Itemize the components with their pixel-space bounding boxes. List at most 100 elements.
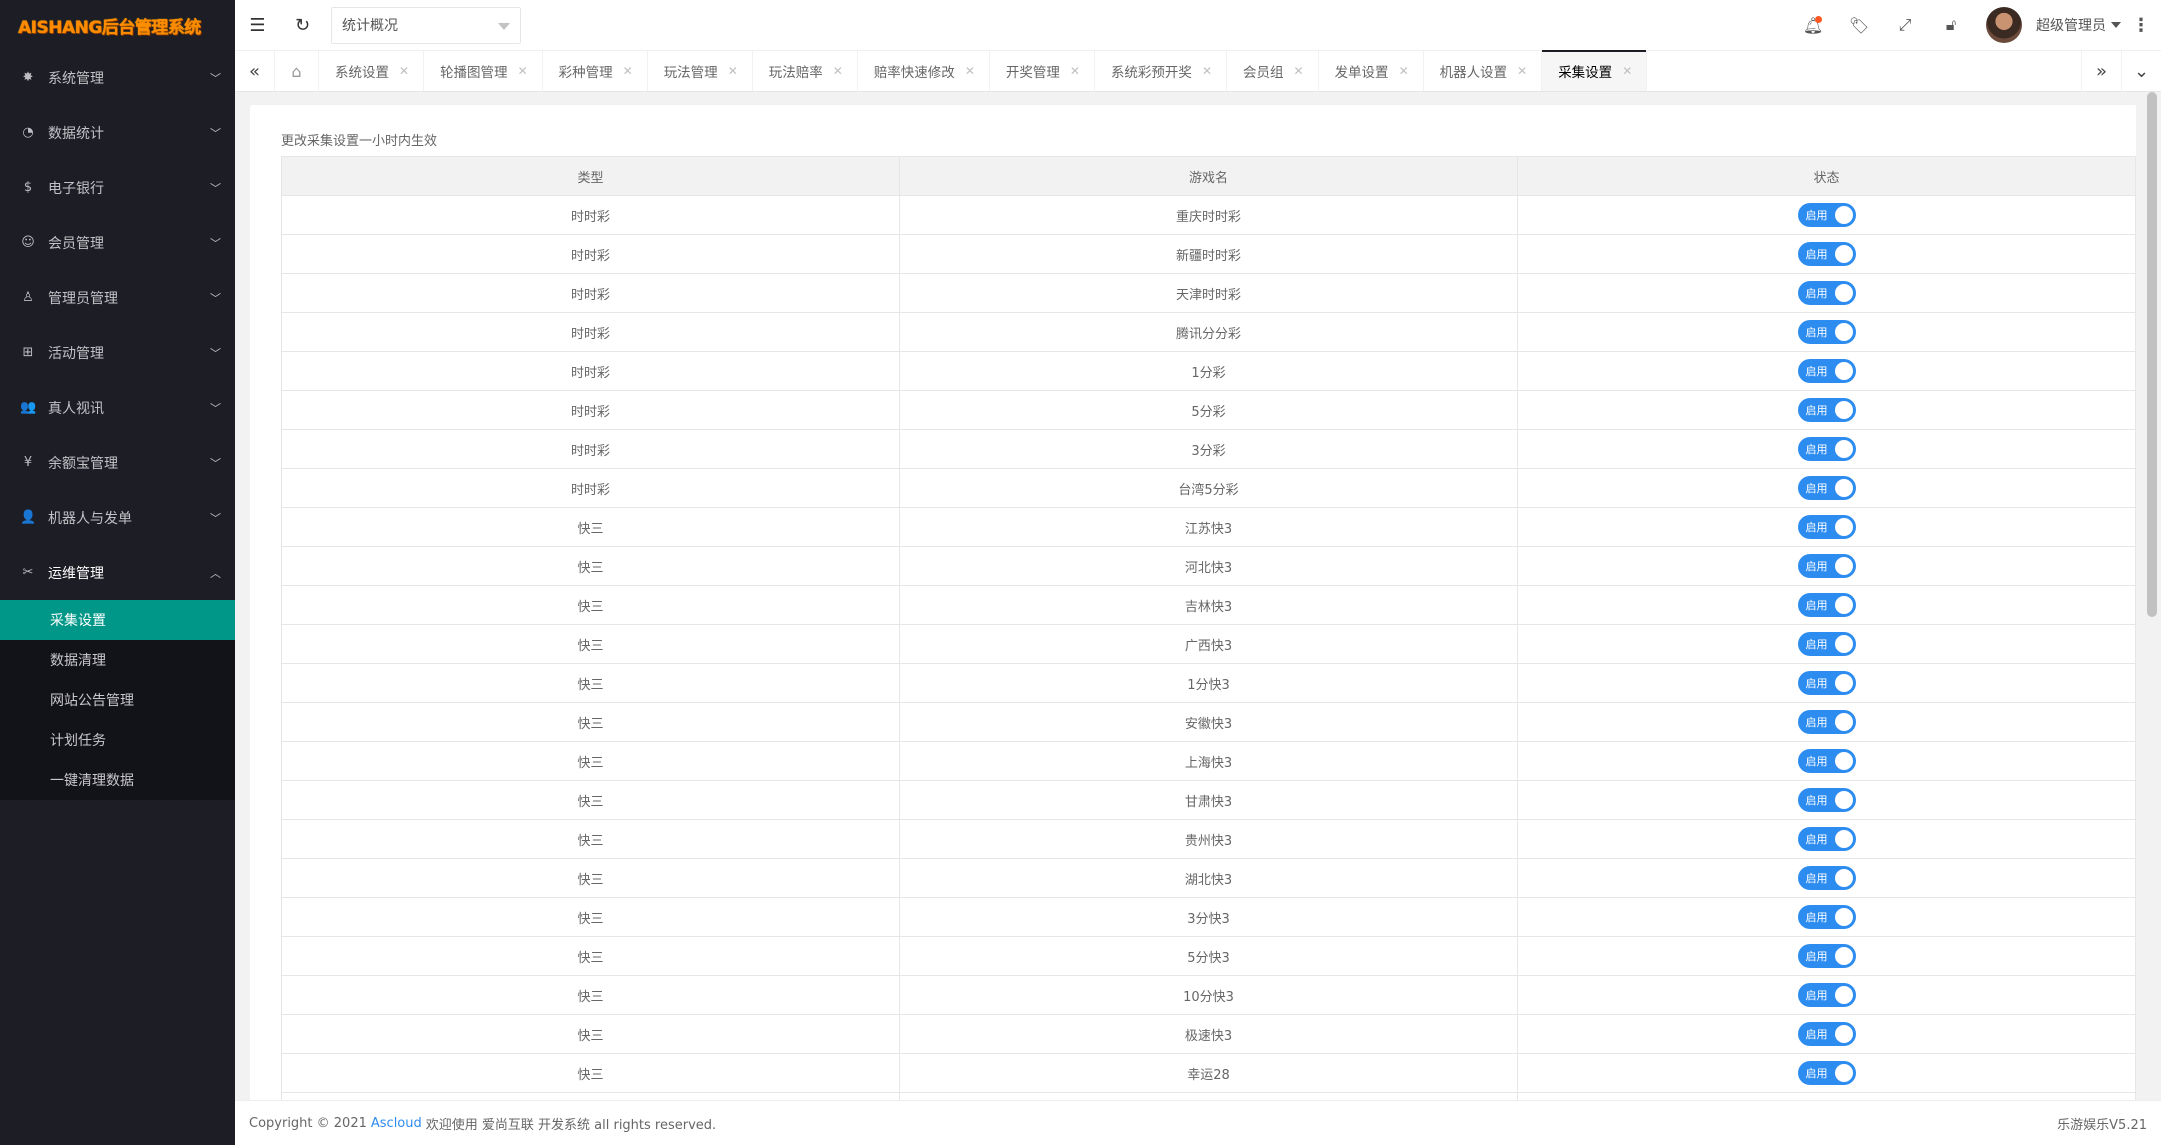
table-row: 快三 吉林快3 启用 [281,585,2136,625]
status-toggle[interactable]: 启用 [1797,476,1856,500]
quick-nav-select[interactable]: 统计概况 [331,6,521,44]
sidebar-item[interactable]: ◔ 数据统计 ﹀ [0,105,235,160]
close-icon[interactable]: ✕ [1622,64,1632,78]
sidebar-subitem[interactable]: 一键清理数据 [0,760,235,800]
status-toggle[interactable]: 启用 [1797,242,1856,266]
cell-game-name: 5分彩 [899,390,1518,430]
status-toggle-label: 启用 [1805,911,1828,924]
cell-type: 快三 [281,858,900,898]
status-toggle[interactable]: 启用 [1797,1022,1856,1046]
status-toggle[interactable]: 启用 [1797,905,1856,929]
status-toggle[interactable]: 启用 [1797,827,1856,851]
tab[interactable]: 开奖管理 ✕ [990,51,1095,91]
close-icon[interactable]: ✕ [518,64,528,78]
user-menu[interactable]: 超级管理员 [2036,15,2121,35]
tab[interactable]: 玩法赔率 ✕ [753,51,858,91]
status-toggle[interactable]: 启用 [1797,359,1856,383]
table-row: 快三 甘肃快3 启用 [281,780,2136,820]
notifications-button[interactable]: 🔔︎ [1790,0,1836,50]
status-toggle[interactable]: 启用 [1797,437,1856,461]
tab-label: 赔率快速修改 [873,65,955,81]
status-toggle[interactable]: 启用 [1797,554,1856,578]
close-icon[interactable]: ✕ [399,64,409,78]
collapse-sidebar-button[interactable]: ☰ [235,0,280,50]
cell-status: 启用 [1517,468,2136,508]
ascloud-link[interactable]: Ascloud [371,1116,422,1131]
sidebar-item[interactable]: ¥ 余额宝管理 ﹀ [0,435,235,490]
sidebar-subitem[interactable]: 数据清理 [0,640,235,680]
tab[interactable]: 系统彩预开奖 ✕ [1095,51,1227,91]
status-toggle-label: 启用 [1805,287,1828,300]
chevron-down-icon: ﹀ [210,181,221,195]
tab[interactable]: 轮播图管理 ✕ [424,51,543,91]
sidebar-subitem[interactable]: 计划任务 [0,720,235,760]
menu-fold-icon: ☰ [249,14,266,36]
cell-game-name: 5分快3 [899,936,1518,976]
tab-home[interactable]: ⌂ [275,51,319,91]
scrollbar[interactable] [2147,92,2157,617]
fullscreen-button[interactable]: ⤢ [1882,0,1928,50]
close-icon[interactable]: ✕ [965,64,975,78]
sidebar: AISHANG后台管理系统 ✸ 系统管理 ﹀ ◔ 数据统计 ﹀ $ 电子银行 ﹀ ☺ 会员管理 ﹀ ♙ 管… [0,0,235,1145]
sidebar-subitem[interactable]: 采集设置 [0,600,235,640]
sidebar-item[interactable]: ✂ 运维管理 ︿ [0,545,235,600]
sidebar-item-label: 数据统计 [48,125,104,142]
more-button[interactable]: ⋮ [2121,15,2161,36]
tab[interactable]: 赔率快速修改 ✕ [858,51,990,91]
close-icon[interactable]: ✕ [623,64,633,78]
tabs-scroll-left-button[interactable]: « [235,51,275,91]
status-toggle-label: 启用 [1805,989,1828,1002]
status-toggle[interactable]: 启用 [1797,671,1856,695]
cell-type: 快三 [281,975,900,1015]
cell-status: 启用 [1517,429,2136,469]
close-icon[interactable]: ✕ [728,64,738,78]
user-icon: ♙ [22,290,34,305]
close-icon[interactable]: ✕ [1070,64,1080,78]
tab[interactable]: 机器人设置 ✕ [1424,51,1543,91]
sidebar-item[interactable]: ✸ 系统管理 ﹀ [0,50,235,105]
sidebar-subitem[interactable]: 网站公告管理 [0,680,235,720]
close-icon[interactable]: ✕ [1399,64,1409,78]
sidebar-item[interactable]: ⊞ 活动管理 ﹀ [0,325,235,380]
status-toggle-label: 启用 [1805,872,1828,885]
tab[interactable]: 发单设置 ✕ [1319,51,1424,91]
status-toggle[interactable]: 启用 [1797,749,1856,773]
status-toggle[interactable]: 启用 [1797,203,1856,227]
tab[interactable]: 玩法管理 ✕ [648,51,753,91]
close-icon[interactable]: ✕ [1294,64,1304,78]
lock-screen-button[interactable]: 🔓︎ [1928,0,1974,50]
status-toggle[interactable]: 启用 [1797,788,1856,812]
status-toggle[interactable]: 启用 [1797,515,1856,539]
status-toggle[interactable]: 启用 [1797,944,1856,968]
sidebar-item[interactable]: ☺ 会员管理 ﹀ [0,215,235,270]
sidebar-item[interactable]: 👤 机器人与发单 ﹀ [0,490,235,545]
tab[interactable]: 系统设置 ✕ [319,51,425,91]
close-icon[interactable]: ✕ [1202,64,1212,78]
status-toggle[interactable]: 启用 [1797,1061,1856,1085]
tab[interactable]: 采集设置 ✕ [1542,50,1648,91]
avatar[interactable] [1986,7,2022,43]
sidebar-item[interactable]: 👥 真人视讯 ﹀ [0,380,235,435]
sidebar-item[interactable]: $ 电子银行 ﹀ [0,160,235,215]
status-toggle[interactable]: 启用 [1797,710,1856,734]
cell-game-name: 广西快3 [899,624,1518,664]
cell-type: 快三 [281,897,900,937]
tabs-menu-button[interactable]: ⌄ [2121,51,2161,91]
status-toggle[interactable]: 启用 [1797,281,1856,305]
close-icon[interactable]: ✕ [833,64,843,78]
sidebar-item[interactable]: ♙ 管理员管理 ﹀ [0,270,235,325]
status-toggle[interactable]: 启用 [1797,593,1856,617]
chevron-down-icon: ﹀ [210,401,221,415]
status-toggle[interactable]: 启用 [1797,632,1856,656]
close-icon[interactable]: ✕ [1517,64,1527,78]
status-toggle[interactable]: 启用 [1797,320,1856,344]
theme-button[interactable]: 🏷︎ [1836,0,1882,50]
chevron-down-icon: ﹀ [210,511,221,525]
tabs-scroll-right-button[interactable]: » [2081,51,2121,91]
status-toggle[interactable]: 启用 [1797,866,1856,890]
refresh-button[interactable]: ↻ [280,0,325,50]
tab[interactable]: 彩种管理 ✕ [543,51,648,91]
status-toggle[interactable]: 启用 [1797,983,1856,1007]
tab[interactable]: 会员组 ✕ [1227,51,1319,91]
status-toggle[interactable]: 启用 [1797,398,1856,422]
